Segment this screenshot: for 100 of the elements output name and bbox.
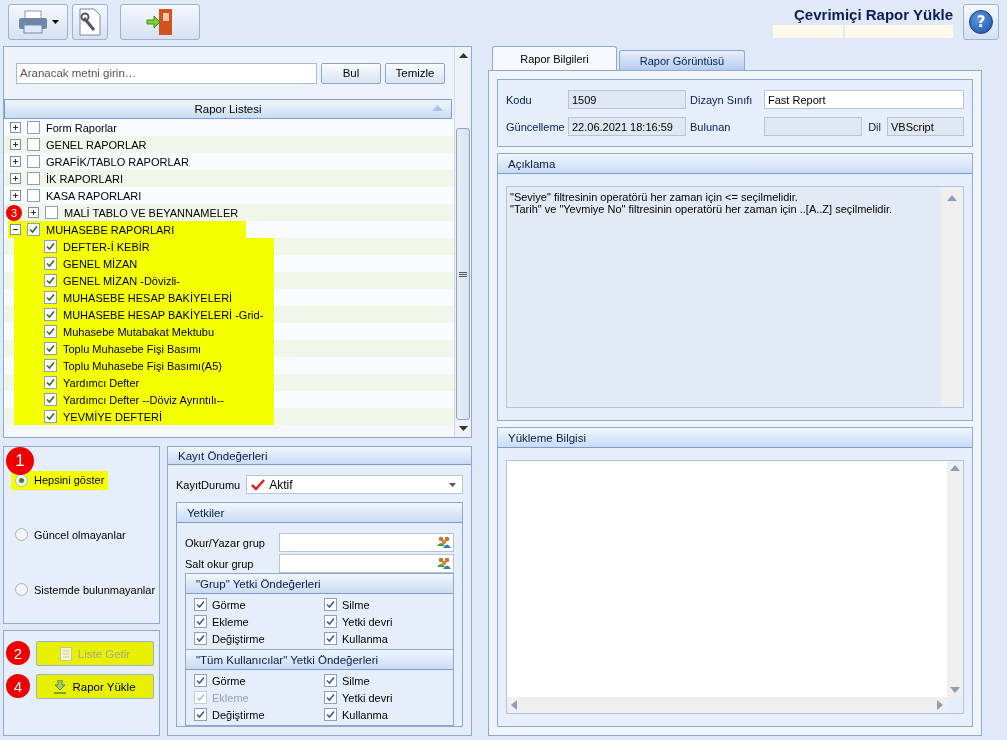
- checkbox-label[interactable]: Kullanma: [342, 708, 388, 721]
- checkbox[interactable]: [44, 257, 57, 270]
- checkbox[interactable]: [27, 189, 40, 202]
- help-button[interactable]: ?: [963, 4, 999, 40]
- checkbox[interactable]: [44, 240, 57, 253]
- group-field[interactable]: [279, 554, 454, 573]
- help-icon: ?: [969, 10, 993, 34]
- language-field: VBScript: [887, 117, 964, 136]
- number-badge: 3: [6, 204, 22, 221]
- checkbox-label[interactable]: Değiştirme: [212, 708, 265, 721]
- checkbox[interactable]: [194, 598, 207, 611]
- collapse-toggle-icon[interactable]: [10, 224, 21, 235]
- checkbox-label[interactable]: Silme: [342, 598, 370, 611]
- number-badge: 1: [6, 446, 34, 475]
- column-header[interactable]: Rapor Listesi: [4, 99, 452, 119]
- tab[interactable]: Rapor Görüntüsü: [619, 50, 745, 70]
- expand-toggle-icon[interactable]: [10, 122, 21, 133]
- checkbox[interactable]: [27, 121, 40, 134]
- scroll-down-icon[interactable]: [458, 426, 468, 431]
- field-label: Salt okur grup: [185, 557, 255, 570]
- checkbox[interactable]: [44, 291, 57, 304]
- checkbox[interactable]: [44, 325, 57, 338]
- checkbox[interactable]: [194, 615, 207, 628]
- field-label: Okur/Yazar grup: [185, 536, 266, 549]
- checkbox-label[interactable]: Görme: [212, 674, 246, 687]
- checkbox[interactable]: [45, 206, 58, 219]
- checkbox[interactable]: [27, 138, 40, 151]
- scroll-thumb[interactable]: [456, 128, 470, 420]
- updated-field: 22.06.2021 18:16:59: [568, 117, 686, 136]
- people-icon[interactable]: [437, 536, 451, 549]
- expand-toggle-icon[interactable]: [28, 207, 39, 218]
- expand-toggle-icon[interactable]: [10, 190, 21, 201]
- checkbox[interactable]: [194, 632, 207, 645]
- tree-item[interactable]: MALİ TABLO VE BEYANNAMELER: [64, 206, 239, 219]
- checkbox[interactable]: [324, 674, 337, 687]
- checkbox[interactable]: [324, 598, 337, 611]
- checkbox[interactable]: [44, 342, 57, 355]
- caret-icon: [449, 482, 456, 487]
- checkbox[interactable]: [27, 155, 40, 168]
- design-field[interactable]: Fast Report: [764, 90, 964, 109]
- tree-item[interactable]: GENEL RAPORLAR: [46, 138, 147, 151]
- checkbox[interactable]: [324, 691, 337, 704]
- checkbox-label[interactable]: Değiştirme: [212, 632, 265, 645]
- sort-icon: [432, 105, 443, 111]
- upload-button[interactable]: Rapor Yükle: [36, 674, 154, 699]
- search-field[interactable]: Aranacak metni girin…: [16, 62, 317, 84]
- checkbox-label[interactable]: Görme: [212, 598, 246, 611]
- expand-toggle-icon[interactable]: [10, 156, 21, 167]
- checkbox-label[interactable]: Silme: [342, 674, 370, 687]
- scroll-up-icon[interactable]: [458, 53, 468, 58]
- panel-header: Yükleme Bilgisi: [498, 428, 972, 448]
- checkbox[interactable]: [194, 708, 207, 721]
- radio-button[interactable]: [15, 583, 28, 597]
- field-label: KayıtDurumu: [176, 478, 241, 491]
- tree-item[interactable]: KASA RAPORLARI: [46, 189, 142, 202]
- tree-item[interactable]: İK RAPORLARI: [46, 172, 124, 185]
- checkbox[interactable]: [44, 376, 57, 389]
- checkbox[interactable]: [44, 410, 57, 423]
- checkbox[interactable]: [324, 632, 337, 645]
- radio-label[interactable]: Sistemde bulunmayanlar: [34, 583, 156, 596]
- exit-door-icon: [145, 7, 175, 37]
- number-badge: 2: [6, 641, 30, 665]
- checkbox[interactable]: [44, 393, 57, 406]
- checkbox[interactable]: [44, 274, 57, 287]
- scrollbar[interactable]: [941, 187, 963, 407]
- group-field[interactable]: [279, 533, 454, 552]
- checkbox[interactable]: [27, 172, 40, 185]
- expand-toggle-icon[interactable]: [10, 173, 21, 184]
- exit-button[interactable]: [120, 4, 200, 40]
- field-label: Bulunan: [690, 120, 732, 133]
- find-button[interactable]: Bul: [321, 62, 381, 84]
- checkbox-label[interactable]: Kullanma: [342, 632, 388, 645]
- radio-label[interactable]: Güncel olmayanlar: [34, 529, 126, 541]
- tree-item[interactable]: Form Raporlar: [46, 121, 117, 134]
- checkbox[interactable]: [44, 308, 57, 321]
- people-icon[interactable]: [437, 557, 451, 570]
- checkbox-label[interactable]: Yetki devri: [342, 691, 393, 704]
- checkbox-label[interactable]: Yetki devri: [342, 615, 393, 628]
- checkbox[interactable]: [194, 674, 207, 687]
- settings-button[interactable]: [72, 4, 108, 40]
- status-dropdown[interactable]: Aktif: [246, 475, 463, 494]
- checkbox[interactable]: [324, 615, 337, 628]
- scrollbar-corner: [947, 697, 963, 713]
- panel-header: Kayıt Öndeğerleri: [168, 447, 471, 465]
- field-label: Güncelleme: [506, 120, 564, 133]
- description-text: "Tarih" ve "Yevmiye No" filtresinin operatörü her zaman için ..[A..Z] seçilmelidir.: [510, 203, 894, 215]
- clear-button[interactable]: Temizle: [385, 62, 445, 84]
- print-button[interactable]: [8, 4, 68, 40]
- window-title: Çevrimiçi Rapor Yükle: [794, 6, 953, 23]
- caret-icon: [51, 20, 59, 24]
- panel-header: "Tüm Kullanıcılar" Yetki Öndeğerleri: [186, 650, 453, 670]
- checkbox[interactable]: [44, 359, 57, 372]
- radio-button[interactable]: [15, 528, 28, 542]
- checkbox-label[interactable]: Ekleme: [212, 615, 249, 628]
- expand-toggle-icon[interactable]: [10, 139, 21, 150]
- field-label: Kodu: [506, 93, 533, 106]
- checkbox[interactable]: [27, 223, 40, 236]
- description-text: "Seviye" filtresinin operatörü her zaman için <= seçilmelidir.: [510, 191, 799, 203]
- checkbox[interactable]: [324, 708, 337, 721]
- tab[interactable]: Rapor Bilgileri: [492, 46, 617, 70]
